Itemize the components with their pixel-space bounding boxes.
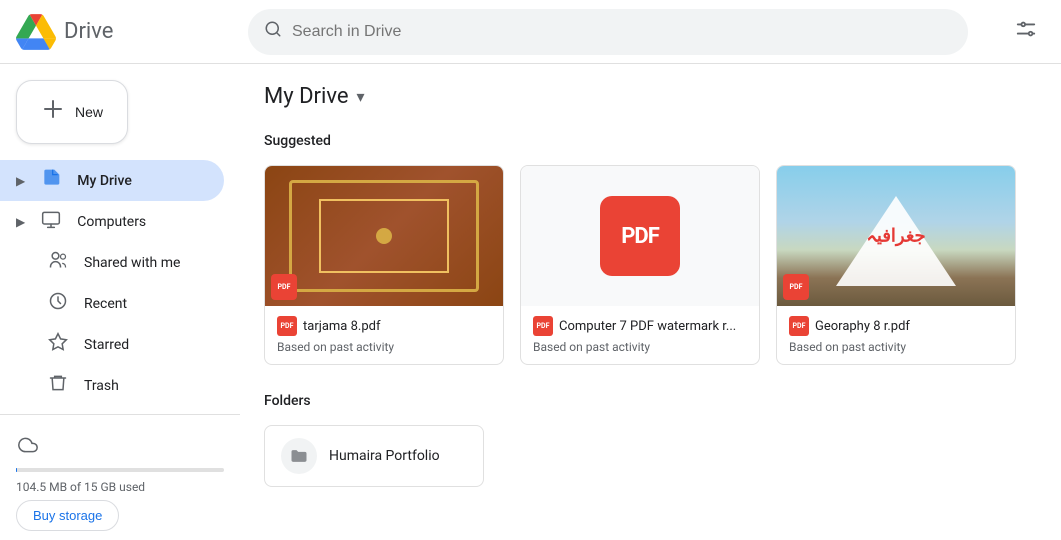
suggested-files-row: PDF PDF tarjama 8.pdf Based on past acti… (264, 165, 1037, 365)
ornament-dot (376, 228, 392, 244)
file-name-computer7: Computer 7 PDF watermark r... (559, 319, 736, 334)
search-icon (264, 20, 282, 43)
ornament-border (289, 180, 479, 292)
file-card-thumb-georaphy: جغرافیہ PDF (777, 166, 1015, 306)
search-input[interactable] (292, 23, 952, 41)
file-name-georaphy: Georaphy 8 r.pdf (815, 319, 910, 334)
page-title: My Drive (264, 84, 349, 109)
storage-section: 104.5 MB of 15 GB used Buy storage (0, 423, 240, 540)
expand-icon-computers: ▶ (16, 215, 25, 229)
file-card-info-tarjama: PDF tarjama 8.pdf Based on past activity (265, 306, 503, 364)
pdf-badge-1: PDF (271, 274, 297, 300)
file-card-name-row-georaphy: PDF Georaphy 8 r.pdf (789, 316, 1003, 336)
topbar: Drive (0, 0, 1061, 64)
file-card-thumb-tarjama: PDF (265, 166, 503, 306)
ornament-inner (319, 199, 448, 273)
file-card-thumb-computer7: PDF (521, 166, 759, 306)
pdf-big-icon-computer7: PDF (600, 196, 680, 276)
main-layout: New ▶ My Drive ▶ Computers (0, 64, 1061, 540)
pdf-icon-tarjama: PDF (277, 316, 297, 336)
expand-icon-my-drive: ▶ (16, 174, 25, 188)
file-name-tarjama: tarjama 8.pdf (303, 319, 381, 334)
folder-icon-wrap (281, 438, 317, 474)
file-sub-georaphy: Based on past activity (789, 340, 1003, 354)
sidebar-item-label-recent: Recent (84, 296, 127, 312)
file-card-info-computer7: PDF Computer 7 PDF watermark r... Based … (521, 306, 759, 364)
storage-bar-fill (16, 468, 17, 472)
content-header: My Drive ▾ (264, 84, 1037, 109)
storage-bar-background (16, 468, 224, 472)
folder-icon (289, 446, 309, 466)
sidebar-item-computers[interactable]: ▶ Computers (0, 201, 224, 242)
file-card-tarjama[interactable]: PDF PDF tarjama 8.pdf Based on past acti… (264, 165, 504, 365)
mountain-thumb: جغرافیہ (777, 166, 1015, 306)
file-card-georaphy[interactable]: جغرافیہ PDF PDF Georaphy 8 r.pdf Based o… (776, 165, 1016, 365)
plus-icon (41, 97, 65, 127)
sidebar-item-label-trash: Trash (84, 378, 119, 394)
starred-icon (46, 332, 70, 357)
file-card-info-georaphy: PDF Georaphy 8 r.pdf Based on past activ… (777, 306, 1015, 364)
trash-icon (46, 373, 70, 398)
shared-icon (46, 250, 70, 275)
sidebar-item-label-starred: Starred (84, 337, 129, 353)
computers-icon (39, 209, 63, 234)
my-drive-icon (39, 168, 63, 193)
file-card-computer7[interactable]: PDF PDF Computer 7 PDF watermark r... Ba… (520, 165, 760, 365)
sidebar-divider (0, 414, 240, 415)
buy-storage-button[interactable]: Buy storage (16, 500, 119, 531)
pdf-icon-georaphy: PDF (789, 316, 809, 336)
file-card-name-row-tarjama: PDF tarjama 8.pdf (277, 316, 491, 336)
file-sub-tarjama: Based on past activity (277, 340, 491, 354)
pdf-thumb-computer7: PDF (521, 166, 759, 306)
mountain-arabic-text: جغرافیہ (866, 226, 925, 247)
tune-icon[interactable] (1007, 13, 1045, 54)
folder-item-humaira[interactable]: Humaira Portfolio (264, 425, 484, 487)
logo-area: Drive (16, 12, 236, 52)
new-button-label: New (75, 104, 103, 120)
storage-label: 104.5 MB of 15 GB used (16, 480, 224, 494)
sidebar-item-label-my-drive: My Drive (77, 173, 132, 189)
content-area: My Drive ▾ Suggested PDF (240, 64, 1061, 540)
suggested-label: Suggested (264, 133, 1037, 149)
folder-name-humaira: Humaira Portfolio (329, 448, 440, 464)
recent-icon (46, 291, 70, 316)
pdf-icon-computer7: PDF (533, 316, 553, 336)
search-bar[interactable] (248, 9, 968, 55)
pdf-badge-3: PDF (783, 274, 809, 300)
sidebar: New ▶ My Drive ▶ Computers (0, 64, 240, 540)
sidebar-item-label-computers: Computers (77, 214, 146, 230)
file-sub-computer7: Based on past activity (533, 340, 747, 354)
folders-label: Folders (264, 393, 1037, 409)
topbar-right (1007, 18, 1045, 46)
sidebar-item-label-shared: Shared with me (84, 255, 180, 271)
sidebar-item-recent[interactable]: Recent (0, 283, 224, 324)
app-name: Drive (64, 19, 113, 44)
folders-section: Folders Humaira Portfolio (264, 393, 1037, 487)
storage-cloud-icon (16, 435, 40, 460)
sidebar-item-starred[interactable]: Starred (0, 324, 224, 365)
sidebar-item-my-drive[interactable]: ▶ My Drive (0, 160, 224, 201)
chevron-down-icon[interactable]: ▾ (357, 87, 365, 106)
drive-logo-icon (16, 12, 56, 52)
new-button[interactable]: New (16, 80, 128, 144)
file-card-name-row-computer7: PDF Computer 7 PDF watermark r... (533, 316, 747, 336)
sidebar-item-shared[interactable]: Shared with me (0, 242, 224, 283)
sidebar-item-trash[interactable]: Trash (0, 365, 224, 406)
